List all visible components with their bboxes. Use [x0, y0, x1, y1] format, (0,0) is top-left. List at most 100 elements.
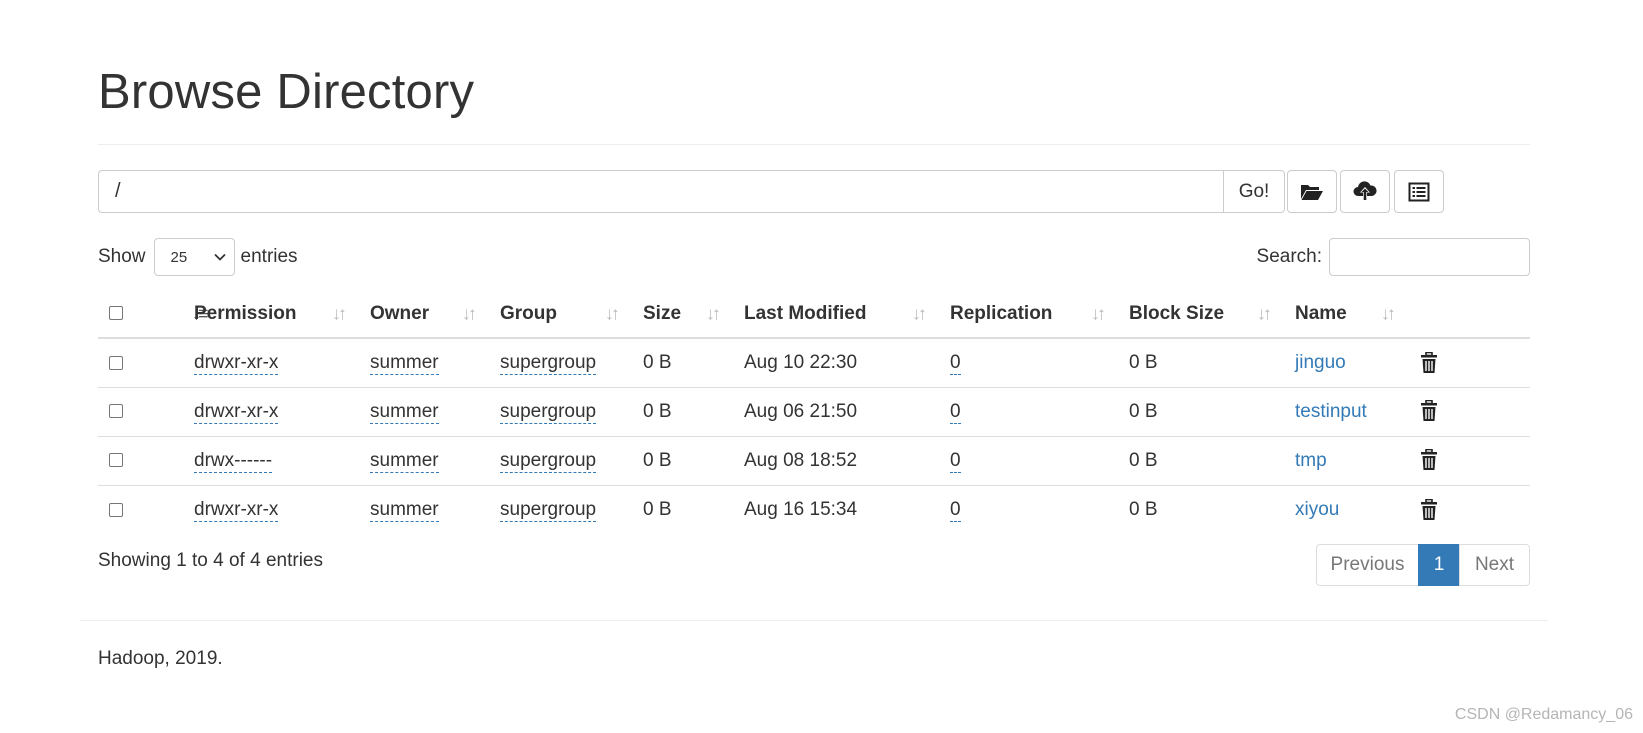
- create-directory-button[interactable]: [1287, 170, 1337, 213]
- permission-cell[interactable]: drwxr-xr-x: [194, 351, 279, 375]
- permission-cell[interactable]: drwxr-xr-x: [194, 498, 279, 522]
- owner-cell[interactable]: summer: [370, 351, 439, 375]
- row-checkbox[interactable]: [109, 453, 123, 468]
- sort-icon: ↓↑: [332, 303, 347, 323]
- column-replication[interactable]: Replication ↓↑: [940, 290, 1119, 339]
- sort-icon: ↓↑: [1091, 303, 1106, 323]
- block-size-cell: 0 B: [1119, 435, 1285, 485]
- permission-cell[interactable]: drwxr-xr-x: [194, 400, 279, 424]
- entries-label: entries: [240, 246, 298, 267]
- column-size[interactable]: Size ↓↑: [633, 290, 734, 339]
- replication-cell[interactable]: 0: [950, 351, 961, 375]
- group-cell[interactable]: supergroup: [500, 400, 597, 424]
- select-all-checkbox[interactable]: [109, 306, 123, 321]
- search-input[interactable]: [1329, 238, 1530, 276]
- select-all-header: [98, 290, 140, 339]
- sort-icon: ↓↑: [1257, 303, 1272, 323]
- owner-cell[interactable]: summer: [370, 498, 439, 522]
- next-page-button[interactable]: Next: [1459, 544, 1530, 586]
- show-label: Show: [98, 246, 146, 267]
- file-name-link[interactable]: testinput: [1295, 401, 1367, 422]
- last-modified-cell: Aug 16 15:34: [734, 484, 940, 534]
- column-name-label: Name: [1295, 302, 1347, 324]
- group-cell[interactable]: supergroup: [500, 351, 597, 375]
- previous-page-button[interactable]: Previous: [1316, 544, 1419, 586]
- column-last-modified-label: Last Modified: [744, 302, 867, 324]
- row-checkbox[interactable]: [109, 404, 123, 419]
- cloud-upload-icon: [1353, 180, 1377, 201]
- size-cell: 0 B: [643, 351, 672, 373]
- block-size-cell: 0 B: [1119, 386, 1285, 436]
- column-block-size-label: Block Size: [1129, 302, 1225, 324]
- trash-icon[interactable]: [1419, 351, 1439, 374]
- replication-cell[interactable]: 0: [950, 449, 961, 473]
- entries-per-page-value: 25: [170, 248, 188, 266]
- block-size-cell: 0 B: [1119, 484, 1285, 534]
- column-permission[interactable]: Permission ↓↑: [184, 290, 360, 339]
- sort-icon: ↓↑: [1381, 303, 1396, 323]
- page-1-button[interactable]: 1: [1418, 544, 1460, 586]
- trash-icon[interactable]: [1419, 498, 1439, 521]
- list-alt-icon: [1408, 182, 1430, 201]
- permission-cell[interactable]: drwx------: [194, 449, 273, 473]
- column-owner-label: Owner: [370, 302, 430, 324]
- trash-icon[interactable]: [1419, 449, 1439, 471]
- owner-cell[interactable]: summer: [370, 400, 439, 424]
- upload-files-button[interactable]: [1340, 170, 1390, 213]
- footer-divider: [80, 620, 1548, 621]
- table-row: drwxr-xr-x summer supergroup 0 B Aug 16 …: [98, 484, 1530, 534]
- table-row: drwx------ summer supergroup 0 B Aug 08 …: [98, 435, 1530, 485]
- path-bar: Go!: [98, 170, 1285, 213]
- owner-cell[interactable]: summer: [370, 449, 439, 473]
- column-block-size[interactable]: Block Size ↓↑: [1119, 290, 1285, 339]
- column-group-label: Group: [500, 302, 557, 324]
- table-row: drwxr-xr-x summer supergroup 0 B Aug 06 …: [98, 386, 1530, 436]
- row-checkbox[interactable]: [109, 355, 123, 370]
- chevron-down-icon: [213, 253, 226, 261]
- column-last-modified[interactable]: Last Modified ↓↑: [734, 290, 940, 339]
- directory-path-input[interactable]: [98, 170, 1223, 213]
- table-search: Search:: [1257, 238, 1530, 276]
- entries-per-page-select[interactable]: 25: [153, 238, 235, 276]
- file-name-link[interactable]: jinguo: [1295, 352, 1346, 373]
- column-owner[interactable]: Owner ↓↑: [360, 290, 490, 339]
- cut-paste-button[interactable]: [1394, 170, 1444, 213]
- go-button[interactable]: Go!: [1223, 170, 1285, 213]
- size-cell: 0 B: [633, 435, 734, 485]
- trash-icon[interactable]: [1419, 400, 1439, 422]
- column-replication-label: Replication: [950, 302, 1053, 324]
- folder-open-icon: [1301, 184, 1323, 200]
- replication-cell[interactable]: 0: [950, 498, 961, 522]
- delete-column-header: [1409, 290, 1530, 339]
- table-length-control: Show 25 entries: [98, 238, 298, 276]
- pagination: Previous 1 Next: [1316, 544, 1530, 586]
- last-modified-cell: Aug 08 18:52: [734, 435, 940, 485]
- replication-cell[interactable]: 0: [950, 400, 961, 424]
- group-cell[interactable]: supergroup: [500, 449, 597, 473]
- size-cell: 0 B: [633, 386, 734, 436]
- size-cell: 0 B: [633, 484, 734, 534]
- column-group[interactable]: Group ↓↑: [490, 290, 633, 339]
- sort-icon: ↓↑: [605, 303, 620, 323]
- watermark: CSDN @Redamancy_06: [1454, 706, 1633, 723]
- title-divider: [98, 144, 1530, 145]
- file-name-link[interactable]: xiyou: [1295, 499, 1339, 520]
- column-size-label: Size: [643, 302, 682, 324]
- directory-table: ↓≡ Permission ↓↑ Owner ↓↑ Group ↓↑ Size ↓↑ L…: [98, 290, 1530, 534]
- default-sort-header[interactable]: ↓≡: [140, 290, 208, 339]
- last-modified-cell: Aug 06 21:50: [734, 386, 940, 436]
- sort-icon: ↓↑: [912, 303, 927, 323]
- file-name-link[interactable]: tmp: [1295, 450, 1327, 471]
- table-header-row: ↓≡ Permission ↓↑ Owner ↓↑ Group ↓↑ Size ↓↑ L…: [98, 290, 1530, 339]
- block-size-cell: 0 B: [1129, 351, 1158, 373]
- last-modified-cell: Aug 10 22:30: [744, 351, 858, 373]
- column-permission-label: Permission: [194, 302, 297, 324]
- row-checkbox[interactable]: [109, 502, 123, 517]
- table-row: drwxr-xr-x summer supergroup 0 B Aug 10 …: [98, 338, 1530, 387]
- page-title: Browse Directory: [98, 65, 475, 119]
- sort-icon: ↓↑: [462, 303, 477, 323]
- column-name[interactable]: Name ↓↑: [1285, 290, 1409, 339]
- group-cell[interactable]: supergroup: [500, 498, 597, 522]
- search-label: Search:: [1256, 246, 1322, 267]
- table-info: Showing 1 to 4 of 4 entries: [98, 550, 323, 571]
